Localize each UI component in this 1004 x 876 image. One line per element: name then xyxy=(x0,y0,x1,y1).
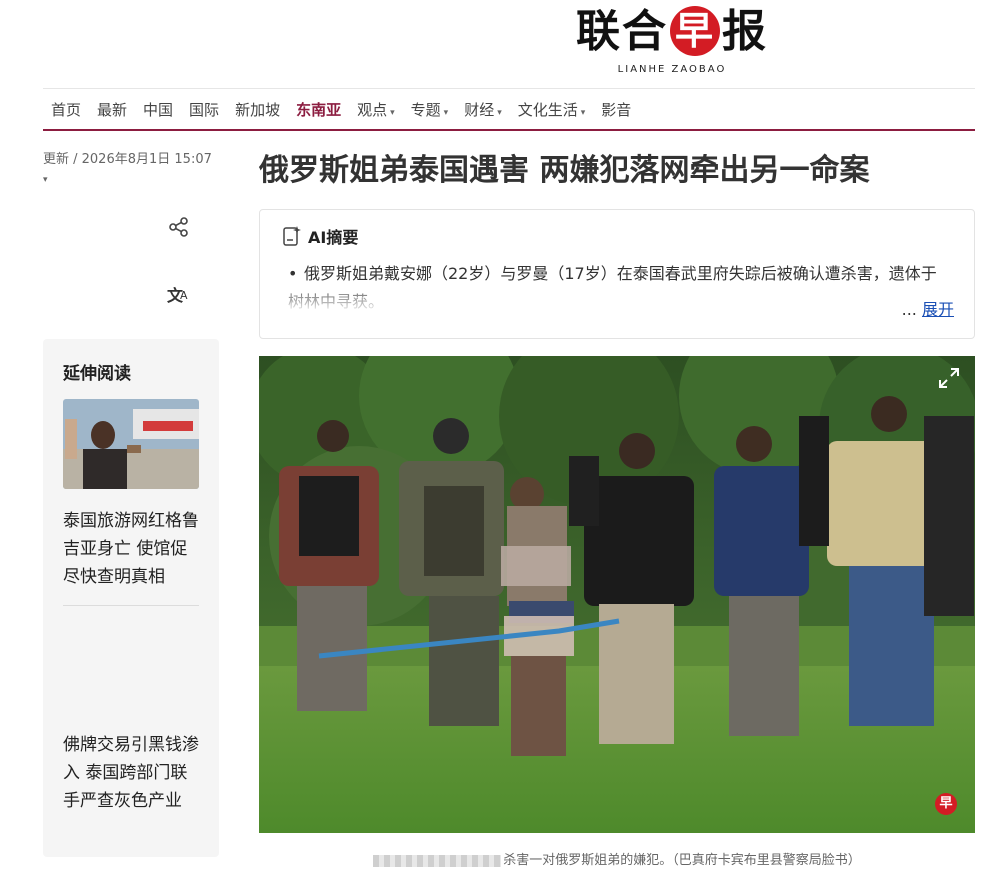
logo-chinese: 联合早报 xyxy=(576,6,768,57)
article-photo[interactable]: 早 xyxy=(259,356,975,833)
nav-item-video[interactable]: 影音 xyxy=(601,99,631,120)
related-reading-panel: 延伸阅读 泰国旅游网红格鲁吉亚身亡 使馆促尽快查明真相 佛牌交易引黑钱渗入 泰国… xyxy=(43,339,219,857)
text-fade xyxy=(288,288,948,314)
update-timestamp[interactable]: 更新 / 2026年8月1日 15:07 ▾ xyxy=(43,150,223,190)
bullet: • xyxy=(288,264,298,283)
nav-item-finance[interactable]: 财经 ▾ xyxy=(464,99,502,120)
nav-item-singapore[interactable]: 新加坡 xyxy=(235,99,280,120)
chevron-down-icon: ▾ xyxy=(580,107,586,118)
translate-icon: 文 A xyxy=(167,286,188,305)
site-logo[interactable]: 联合早报 LIANHE ZAOBAO xyxy=(560,6,784,78)
photo-watermark: 早 xyxy=(935,793,957,815)
translate-button[interactable]: 文 A xyxy=(164,278,194,308)
share-icon xyxy=(169,217,188,237)
nav-label: 专题 xyxy=(410,100,441,119)
chevron-down-icon: ▾ xyxy=(43,175,48,185)
related-item-link[interactable]: 泰国旅游网红格鲁吉亚身亡 使馆促尽快查明真相 xyxy=(63,507,199,591)
nav-label: 观点 xyxy=(357,100,388,119)
nav-item-china[interactable]: 中国 xyxy=(143,99,173,120)
ai-summary-icon xyxy=(283,226,301,246)
nav-item-sea[interactable]: 东南亚 xyxy=(296,99,341,120)
logo-english: LIANHE ZAOBAO xyxy=(617,64,727,75)
nav-item-topics[interactable]: 专题 ▾ xyxy=(411,99,449,120)
related-item-link[interactable]: 佛牌交易引黑钱渗入 泰国跨部门联手严查灰色产业 xyxy=(63,731,199,815)
logo-circle-char: 早 xyxy=(670,6,720,56)
ai-summary-title: AI摘要 xyxy=(308,228,359,247)
chevron-down-icon: ▾ xyxy=(390,107,395,118)
nav-item-culture[interactable]: 文化生活 ▾ xyxy=(518,99,586,120)
nav-item-home[interactable]: 首页 xyxy=(51,99,81,120)
photo-caption: 杀害一对俄罗斯姐弟的嫌犯。（巴真府卡宾布里县警察局脸书） xyxy=(259,849,975,868)
related-thumbnail[interactable] xyxy=(63,399,199,489)
nav-label: 财经 xyxy=(464,100,495,119)
main-nav: 首页 最新 中国 国际 新加坡 东南亚 观点 ▾ 专题 ▾ 财经 ▾ 文化生活 ▾ 影音 xyxy=(43,88,975,131)
related-title: 延伸阅读 xyxy=(63,364,131,384)
divider xyxy=(63,605,199,606)
fullscreen-icon[interactable] xyxy=(937,366,961,390)
expand-link[interactable]: 展开 xyxy=(922,300,954,319)
ai-summary-header: AI摘要 xyxy=(282,224,358,248)
chevron-down-icon: ▾ xyxy=(497,107,502,118)
share-button[interactable] xyxy=(164,212,194,242)
caption-text: 杀害一对俄罗斯姐弟的嫌犯。（巴真府卡宾布里县警察局脸书） xyxy=(503,853,861,868)
ai-summary-box: AI摘要 • 俄罗斯姐弟戴安娜（22岁）与罗曼（17岁）在泰国春武里府失踪后被确认… xyxy=(259,209,975,339)
nav-item-views[interactable]: 观点 ▾ xyxy=(357,99,395,120)
ai-summary-expand: ... 展开 xyxy=(902,296,954,320)
blurred-text xyxy=(373,854,502,867)
ellipsis: ... xyxy=(901,300,917,319)
nav-label: 文化生活 xyxy=(517,100,578,119)
timestamp-text: 更新 / 2026年8月1日 15:07 xyxy=(43,152,212,167)
article-headline: 俄罗斯姐弟泰国遇害 两嫌犯落网牵出另一命案 xyxy=(259,153,870,188)
nav-item-latest[interactable]: 最新 xyxy=(97,99,127,120)
chevron-down-icon: ▾ xyxy=(443,107,449,118)
nav-item-world[interactable]: 国际 xyxy=(189,99,219,120)
